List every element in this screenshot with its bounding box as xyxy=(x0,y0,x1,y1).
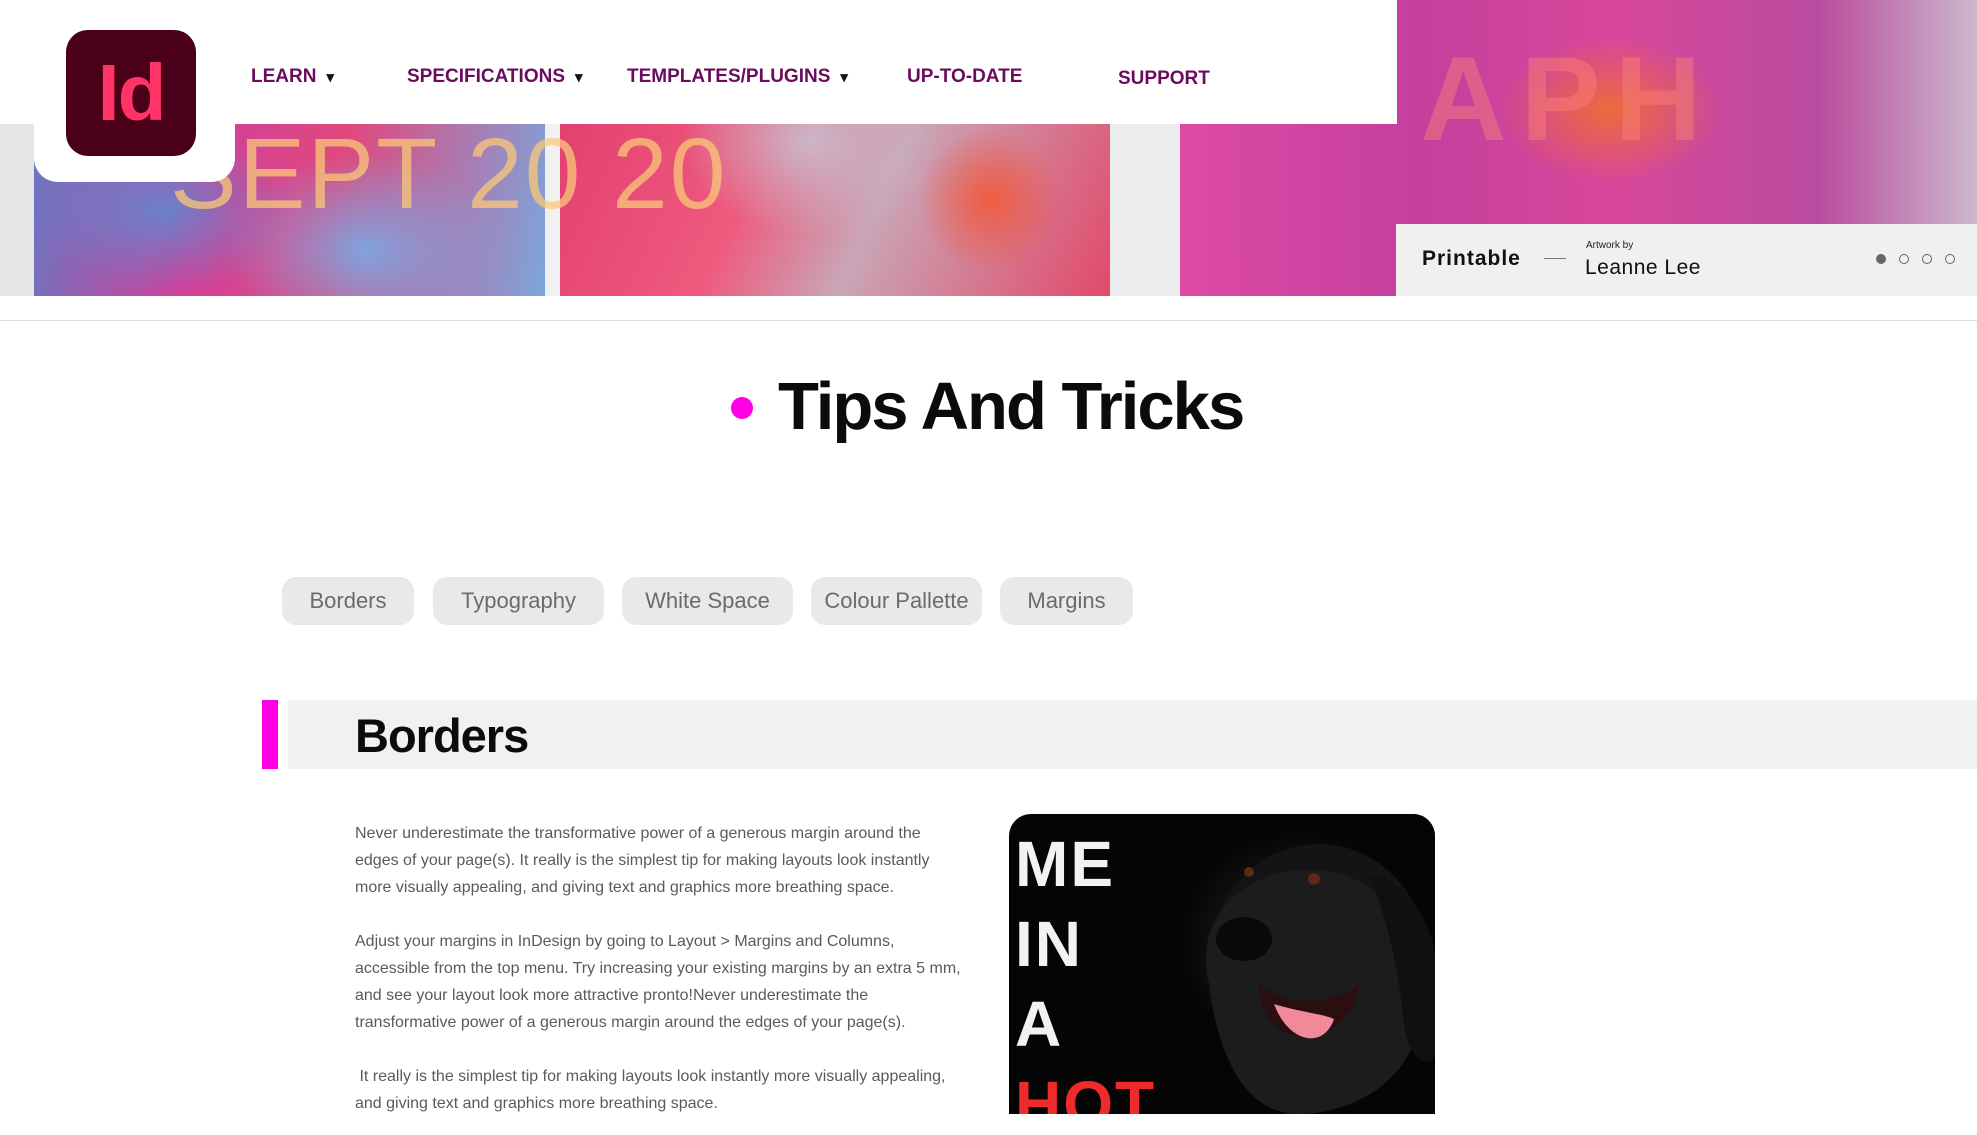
section-paragraph: Adjust your margins in InDesign by going… xyxy=(355,933,961,1031)
hero-poster-letters: APH xyxy=(1420,32,1716,166)
section-header-bar xyxy=(288,700,1977,769)
hero-caption: Printable Artwork by Leanne Lee xyxy=(1396,224,1977,296)
nav-support-label: SUPPORT xyxy=(1118,68,1210,89)
hero-poster-text: SEPT 20 20 xyxy=(170,118,728,230)
chip-white-space[interactable]: White Space xyxy=(622,577,793,625)
nav-up-to-date-label: UP-TO-DATE xyxy=(907,66,1023,87)
carousel-dot-1[interactable] xyxy=(1876,254,1886,264)
caption-divider xyxy=(1544,258,1566,259)
carousel-dots xyxy=(1876,254,1955,264)
carousel-dot-3[interactable] xyxy=(1922,254,1932,264)
photo-text-line: ME xyxy=(1015,828,1115,900)
indesign-logo[interactable]: Id xyxy=(66,30,196,156)
page-title: Tips And Tricks xyxy=(778,369,1245,444)
nav-templates-plugins[interactable]: TEMPLATES/PLUGINS ▾ xyxy=(627,66,848,88)
nav-specifications[interactable]: SPECIFICATIONS ▾ xyxy=(407,66,583,88)
nav-learn[interactable]: LEARN ▾ xyxy=(251,66,334,88)
nav-specifications-label: SPECIFICATIONS xyxy=(407,66,565,87)
bullet-dot-icon xyxy=(731,397,753,419)
photo-text-line: A xyxy=(1015,988,1064,1060)
chip-colour-pallette[interactable]: Colour Pallette xyxy=(811,577,982,625)
chip-margins[interactable]: Margins xyxy=(1000,577,1133,625)
nav-learn-label: LEARN xyxy=(251,66,317,87)
caret-down-icon: ▾ xyxy=(840,69,848,86)
dog-icon xyxy=(1205,844,1435,1114)
photo-text-line: HOT xyxy=(1015,1068,1157,1114)
caret-down-icon: ▾ xyxy=(575,69,583,86)
photo-text-line: IN xyxy=(1015,908,1083,980)
carousel-dot-2[interactable] xyxy=(1899,254,1909,264)
nav-support[interactable]: SUPPORT xyxy=(1118,68,1210,90)
section-paragraph: Never underestimate the transformative p… xyxy=(355,825,930,896)
logo-card: Id xyxy=(34,0,235,182)
divider xyxy=(0,320,1977,321)
nav-templates-plugins-label: TEMPLATES/PLUGINS xyxy=(627,66,831,87)
photo-overlay-text: ME IN A HOT xyxy=(1015,824,1156,1114)
dog-photo: ME IN A HOT xyxy=(1009,814,1435,1114)
nav-up-to-date[interactable]: UP-TO-DATE xyxy=(907,66,1022,88)
caption-artwork-label: Artwork by xyxy=(1586,240,1634,251)
section-paragraph: It really is the simplest tip for making… xyxy=(355,1068,950,1112)
caret-down-icon: ▾ xyxy=(326,69,334,86)
carousel-dot-4[interactable] xyxy=(1945,254,1955,264)
dog-image xyxy=(1149,814,1435,1114)
caption-artist: Leanne Lee xyxy=(1585,256,1701,279)
caption-title: Printable xyxy=(1422,247,1521,270)
section-title: Borders xyxy=(355,709,529,762)
chip-typography[interactable]: Typography xyxy=(433,577,604,625)
section-accent-bar xyxy=(262,700,278,769)
chip-borders[interactable]: Borders xyxy=(282,577,414,625)
